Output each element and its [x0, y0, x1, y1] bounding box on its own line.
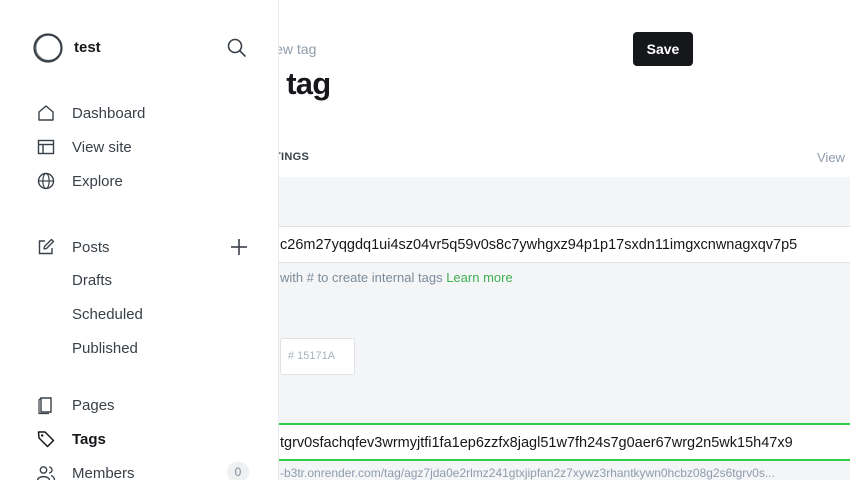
- search-icon[interactable]: [226, 37, 248, 59]
- site-name[interactable]: test: [74, 39, 101, 56]
- sidebar-item-label: Explore: [72, 172, 123, 190]
- tag-color-input[interactable]: # 15171A: [280, 338, 355, 375]
- learn-more-link[interactable]: Learn more: [446, 270, 512, 285]
- sidebar-item-scheduled[interactable]: Scheduled: [72, 306, 143, 323]
- tag-icon: [36, 429, 56, 449]
- page-icon: [36, 395, 56, 415]
- home-icon: [36, 103, 56, 123]
- sidebar-item-pages[interactable]: Pages: [36, 392, 256, 418]
- name-hint: with # to create internal tags Learn mor…: [280, 270, 513, 285]
- sidebar-item-dashboard[interactable]: Dashboard: [36, 100, 256, 126]
- site-logo-icon[interactable]: [33, 33, 63, 63]
- sidebar-item-tags[interactable]: Tags: [36, 426, 256, 452]
- sidebar-item-label: Dashboard: [72, 104, 146, 122]
- sidebar-item-posts[interactable]: Posts: [36, 234, 256, 260]
- view-tag-link[interactable]: View: [817, 150, 845, 165]
- edit-icon: [36, 237, 56, 257]
- sidebar-item-explore[interactable]: Explore: [36, 168, 256, 194]
- sidebar-item-label: Posts: [72, 238, 110, 256]
- app-root: iew tag Save v tag TINGS View c26m27yqgd…: [0, 0, 850, 480]
- sidebar-item-label: Tags: [72, 430, 106, 448]
- globe-icon: [36, 171, 56, 191]
- save-button[interactable]: Save: [633, 32, 693, 66]
- tag-settings-label: TINGS: [274, 151, 310, 163]
- sidebar-item-published[interactable]: Published: [72, 340, 138, 357]
- members-icon: [36, 463, 56, 480]
- members-count-badge: 0: [227, 462, 249, 480]
- new-post-plus-icon[interactable]: [229, 237, 249, 257]
- hint-text: with # to create internal tags: [280, 270, 447, 285]
- sidebar-item-label: Members: [72, 464, 135, 480]
- sidebar-item-view-site[interactable]: View site: [36, 134, 256, 160]
- layout-icon: [36, 137, 56, 157]
- sidebar-item-label: View site: [72, 138, 132, 156]
- sidebar-item-label: Pages: [72, 396, 115, 414]
- sidebar: test Dashboard View site Explore Posts D…: [0, 0, 279, 480]
- tag-url-preview: -b3tr.onrender.com/tag/agz7jda0e2rlmz241…: [280, 466, 775, 480]
- tag-slug-input[interactable]: tgrv0sfachqfev3wrmyjtfi1fa1ep6zzfx8jagl5…: [270, 423, 850, 461]
- sidebar-item-members[interactable]: Members: [36, 460, 256, 480]
- tag-name-input[interactable]: c26m27yqgdq1ui4sz04vr5q59v0s8c7ywhgxz94p…: [270, 226, 850, 263]
- sidebar-item-drafts[interactable]: Drafts: [72, 272, 112, 289]
